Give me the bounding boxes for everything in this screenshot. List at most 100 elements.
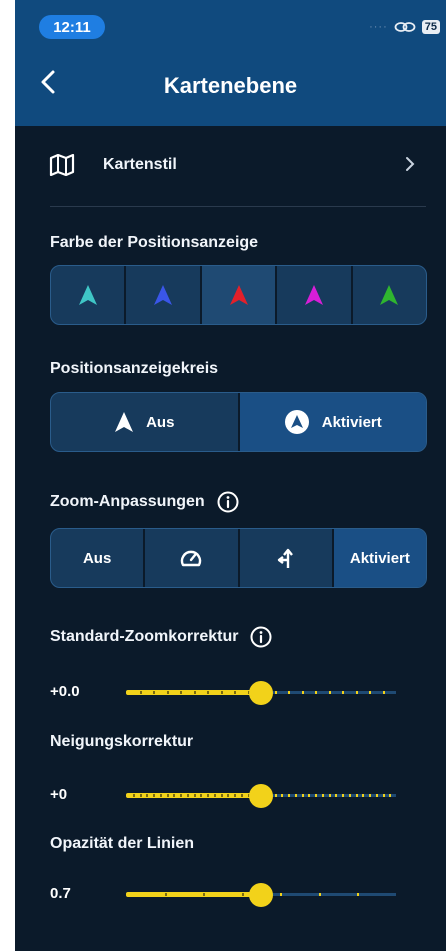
slider-tick [308,794,310,797]
slider-tick [389,794,391,797]
slider-tick [203,893,205,896]
slider-tick [167,794,169,797]
status-bar: 12:11 ···· 75 [15,0,446,44]
turn-icon [277,548,293,568]
slider-tick [180,691,182,694]
tilt-slider[interactable] [126,784,396,808]
slider-tick [140,691,142,694]
color-option[interactable] [353,266,426,324]
slider-tick [335,794,337,797]
slider-tick [288,794,290,797]
zoom-adjust-label: Zoom-Anpassungen [50,491,239,513]
color-option[interactable] [201,266,278,324]
standard-zoom-slider[interactable] [126,681,396,705]
slider-tick [234,691,236,694]
slider-tick [319,893,321,896]
slider-tick [362,794,364,797]
position-color-label: Farbe der Positionsanzeige [50,234,258,252]
tilt-label-text: Neigungskorrektur [50,733,194,750]
slider-tick [194,691,196,694]
slider-tick [302,794,304,797]
arrow-marker-icon [229,285,248,305]
color-option[interactable] [126,266,202,324]
info-icon[interactable] [217,491,239,513]
arrow-marker-icon [115,412,134,432]
tilt-label: Neigungskorrektur [50,733,193,751]
slider-tick [288,691,290,694]
battery-indicator: 75 [421,20,440,34]
line-opacity-label: Opazität der Linien [50,835,194,853]
line-opacity-label-text: Opazität der Linien [50,835,195,852]
slider-tick [153,794,155,797]
slider-thumb[interactable] [249,681,273,705]
circle-off-option[interactable]: Aus [51,393,240,451]
slider-tick [221,691,223,694]
slider-tick [187,794,189,797]
position-color-selector [50,265,427,325]
arrow-marker-icon [78,285,97,305]
status-time: 12:11 [39,15,105,39]
page-title: Kartenebene [163,73,298,98]
slider-tick [281,794,283,797]
slider-tick [200,794,202,797]
slider-tick [356,794,358,797]
slider-tick [160,794,162,797]
chevron-right-icon [406,157,415,171]
slider-tick [369,691,371,694]
slider-tick [342,691,344,694]
arrow-marker-icon [380,285,399,305]
slider-tick [214,794,216,797]
slider-tick [180,794,182,797]
info-icon[interactable] [250,626,272,648]
zoom-speed-option[interactable] [145,529,240,587]
slider-tick [133,794,135,797]
color-option[interactable] [51,266,127,324]
nav-bar: Kartenebene [15,44,446,126]
speedometer-icon [181,550,202,567]
tilt-slider-row: +0 [50,780,426,810]
slider-tick [342,794,344,797]
circled-arrow-icon [284,410,309,434]
position-color-label-text: Farbe der Positionsanzeige [50,234,259,251]
slider-tick [329,794,331,797]
zoom-adjust-label-text: Zoom-Anpassungen [50,493,205,510]
slider-tick [383,794,385,797]
standard-zoom-label: Standard-Zoomkorrektur [50,626,272,648]
signal-icon: ···· [369,21,388,33]
divider [50,206,426,207]
slider-tick [329,691,331,694]
zoom-turn-option[interactable] [240,529,334,587]
slider-tick [227,794,229,797]
standard-zoom-slider-row: +0.0 [50,677,426,707]
line-opacity-value: 0.7 [50,885,71,902]
slider-tick [315,794,317,797]
position-circle-selector: Aus Aktiviert [50,392,427,452]
slider-tick [207,794,209,797]
slider-tick [234,794,236,797]
zoom-on-option[interactable]: Aktiviert [333,529,426,587]
slider-tick [383,691,385,694]
slider-tick [302,691,304,694]
slider-tick [153,691,155,694]
slider-thumb[interactable] [249,784,273,808]
position-circle-label: Positionsanzeigekreis [50,360,218,378]
slider-tick [280,893,282,896]
zoom-on-label: Aktiviert [349,549,410,567]
slider-tick [376,794,378,797]
circle-on-option[interactable]: Aktiviert [239,393,426,451]
standard-zoom-value: +0.0 [50,683,80,700]
slider-tick [242,893,244,896]
zoom-off-option[interactable]: Aus [51,529,146,587]
slider-tick [369,794,371,797]
link-icon [394,22,416,32]
position-circle-label-text: Positionsanzeigekreis [50,360,219,377]
standard-zoom-label-text: Standard-Zoomkorrektur [50,628,239,645]
slider-tick [173,794,175,797]
slider-fill [126,892,261,897]
zoom-off-label: Aus [82,549,112,567]
line-opacity-slider[interactable] [126,883,396,907]
map-style-row[interactable]: Kartenstil [15,126,446,206]
slider-thumb[interactable] [249,883,273,907]
status-icons: ···· 75 [369,20,440,34]
color-option[interactable] [277,266,353,324]
